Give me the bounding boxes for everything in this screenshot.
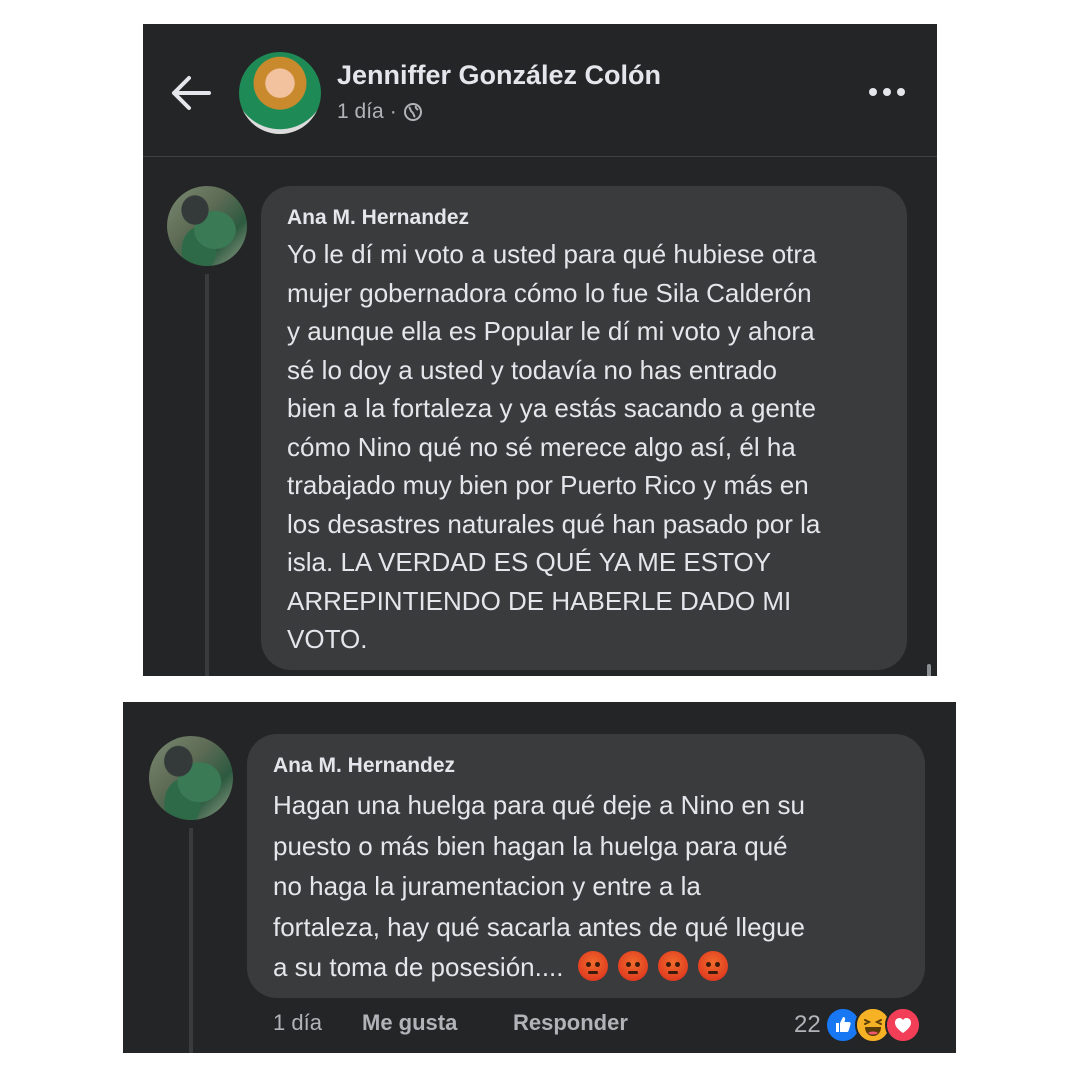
meta-separator: · [389, 100, 397, 123]
angry-face-icon [617, 951, 648, 981]
comment-text: Yo le dí mi voto a usted para qué hubies… [287, 239, 821, 654]
comment-time[interactable]: 1 día [273, 1010, 362, 1036]
page-name[interactable]: Jenniffer González Colón [337, 60, 661, 91]
angry-face-icon [577, 951, 608, 981]
more-options-icon[interactable] [867, 80, 907, 104]
post-panel-top: Jenniffer González Colón 1 día · Ana M. … [143, 24, 937, 676]
post-panel-bottom: Ana M. Hernandez Hagan una huelga para q… [123, 702, 956, 1053]
globe-icon [403, 103, 422, 121]
reaction-count: 22 [794, 1011, 821, 1038]
comment-text: Hagan una huelga para qué deje a Nino en… [273, 790, 805, 982]
post-meta: 1 día · [337, 100, 423, 124]
reply-button[interactable]: Responder [513, 1010, 628, 1036]
post-time[interactable]: 1 día [337, 100, 384, 124]
comment-actions: 1 día Me gusta Responder [273, 1010, 628, 1036]
back-arrow-icon[interactable] [167, 70, 213, 116]
comment-author[interactable]: Ana M. Hernandez [273, 754, 455, 778]
comment-author[interactable]: Ana M. Hernandez [287, 206, 469, 230]
thread-line [205, 274, 209, 676]
scrollbar[interactable] [927, 664, 931, 676]
post-header: Jenniffer González Colón 1 día · [143, 24, 937, 157]
thread-line [189, 828, 193, 1053]
angry-face-icon [697, 951, 728, 981]
commenter-avatar[interactable] [149, 736, 233, 820]
like-button[interactable]: Me gusta [362, 1010, 513, 1036]
reactions-summary[interactable]: 22 [794, 1007, 921, 1043]
commenter-avatar[interactable] [167, 186, 247, 266]
angry-face-icon [657, 951, 688, 981]
love-reaction-icon [884, 1007, 921, 1043]
page-avatar[interactable] [239, 52, 321, 134]
